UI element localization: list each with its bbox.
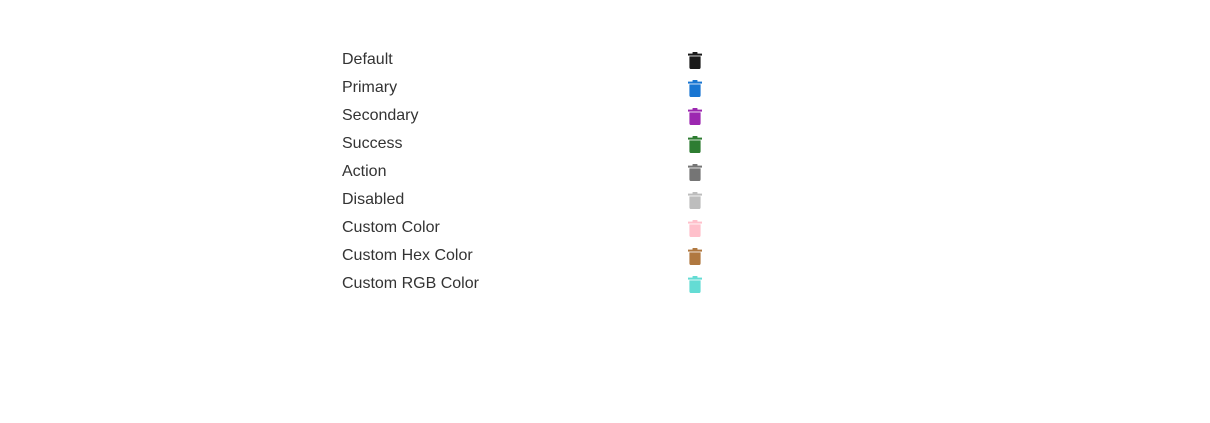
- list-item-default: Default: [342, 46, 722, 74]
- list-item-custom-color: Custom Color: [342, 214, 722, 242]
- icon-color-list: Default Primary Secondary Success Action…: [342, 46, 722, 298]
- list-item-secondary: Secondary: [342, 102, 722, 130]
- trash-icon: [687, 108, 703, 125]
- trash-icon: [687, 248, 703, 265]
- trash-icon: [687, 192, 703, 209]
- row-label: Disabled: [342, 191, 405, 208]
- trash-icon: [687, 164, 703, 181]
- trash-icon: [687, 276, 703, 293]
- row-label: Success: [342, 135, 403, 152]
- row-label: Primary: [342, 79, 398, 96]
- trash-icon: [687, 136, 703, 153]
- list-item-disabled: Disabled: [342, 186, 722, 214]
- trash-icon: [687, 80, 703, 97]
- row-label: Secondary: [342, 107, 419, 124]
- trash-icon: [687, 220, 703, 237]
- row-label: Custom RGB Color: [342, 275, 479, 292]
- row-label: Custom Color: [342, 219, 440, 236]
- row-label: Default: [342, 51, 393, 68]
- list-item-success: Success: [342, 130, 722, 158]
- list-item-primary: Primary: [342, 74, 722, 102]
- list-item-custom-hex-color: Custom Hex Color: [342, 242, 722, 270]
- row-label: Action: [342, 163, 387, 180]
- row-label: Custom Hex Color: [342, 247, 473, 264]
- trash-icon: [687, 52, 703, 69]
- list-item-custom-rgb-color: Custom RGB Color: [342, 270, 722, 298]
- list-item-action: Action: [342, 158, 722, 186]
